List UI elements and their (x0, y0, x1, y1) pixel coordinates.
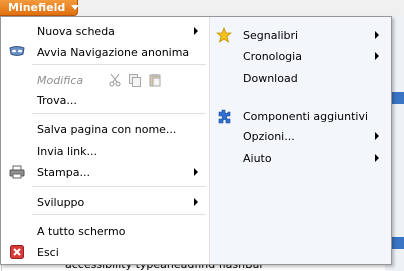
menu-item-print[interactable]: Stampa... (1, 162, 208, 182)
chevron-right-icon (375, 31, 379, 39)
scroll-marker (392, 237, 404, 249)
app-menu-button[interactable]: Minefield (0, 0, 80, 16)
menu-item-new-tab[interactable]: Nuova scheda (1, 21, 208, 41)
app-menu-secondary-pane: Segnalibri Cronologia Download Component… (210, 17, 391, 264)
paste-icon (148, 73, 162, 87)
menu-separator (32, 113, 206, 114)
menu-item-history[interactable]: Cronologia (210, 46, 389, 66)
cut-icon (108, 73, 122, 87)
app-menu-primary-pane: Nuova scheda Avvia Navigazione anonima M… (1, 17, 210, 264)
menu-item-label: Segnalibri (243, 28, 299, 42)
menu-item-label: Nuova scheda (37, 24, 115, 38)
printer-icon (9, 164, 25, 180)
chevron-right-icon (375, 154, 379, 162)
menu-item-label: Opzioni... (243, 129, 295, 143)
app-menu-popup: Nuova scheda Avvia Navigazione anonima M… (0, 16, 392, 265)
menu-item-edit: Modifica (1, 70, 208, 90)
menu-item-label: Modifica (37, 73, 84, 87)
menu-item-exit[interactable]: Esci (1, 242, 208, 262)
menu-item-developer[interactable]: Sviluppo (1, 192, 208, 212)
chevron-right-icon (375, 132, 379, 140)
chevron-down-icon (71, 5, 80, 10)
menu-item-save-page[interactable]: Salva pagina con nome... (1, 119, 208, 139)
private-mask-icon (9, 44, 25, 60)
menu-item-label: Avvia Navigazione anonima (37, 45, 190, 59)
menu-item-addons[interactable]: Componenti aggiuntivi (210, 106, 389, 126)
menu-item-find[interactable]: Trova... (1, 90, 208, 110)
menu-item-send-link[interactable]: Invia link... (1, 141, 208, 161)
menu-item-label: Esci (37, 245, 59, 259)
menu-item-label: Cronologia (243, 49, 302, 63)
menu-item-label: A tutto schermo (37, 224, 126, 238)
chevron-right-icon (375, 52, 379, 60)
puzzle-icon (216, 108, 232, 124)
menu-item-label: Invia link... (37, 144, 97, 158)
star-icon (216, 27, 232, 43)
menu-item-fullscreen[interactable]: A tutto schermo (1, 221, 208, 241)
menu-item-label: Componenti aggiuntivi (243, 109, 369, 123)
edit-actions (108, 73, 162, 87)
menu-item-help[interactable]: Aiuto (210, 148, 389, 168)
menu-item-label: Download (243, 71, 298, 85)
menu-item-bookmarks[interactable]: Segnalibri (210, 25, 389, 45)
chevron-right-icon (194, 168, 198, 176)
chevron-right-icon (194, 198, 198, 206)
menu-item-label: Aiuto (243, 151, 272, 165)
scroll-marker (392, 92, 404, 104)
menu-item-label: Stampa... (37, 165, 90, 179)
menu-item-label: Trova... (37, 93, 77, 107)
app-menu-label: Minefield (8, 1, 66, 14)
menu-item-private-browsing[interactable]: Avvia Navigazione anonima (1, 42, 208, 62)
menu-item-downloads[interactable]: Download (210, 68, 389, 88)
menu-item-label: Salva pagina con nome... (37, 122, 177, 136)
menu-separator (32, 186, 206, 187)
exit-icon (9, 244, 25, 260)
menu-item-label: Sviluppo (37, 195, 85, 209)
copy-icon (128, 73, 142, 87)
chevron-right-icon (194, 27, 198, 35)
menu-separator (32, 64, 206, 65)
menu-separator (32, 214, 206, 215)
menu-item-options[interactable]: Opzioni... (210, 126, 389, 146)
